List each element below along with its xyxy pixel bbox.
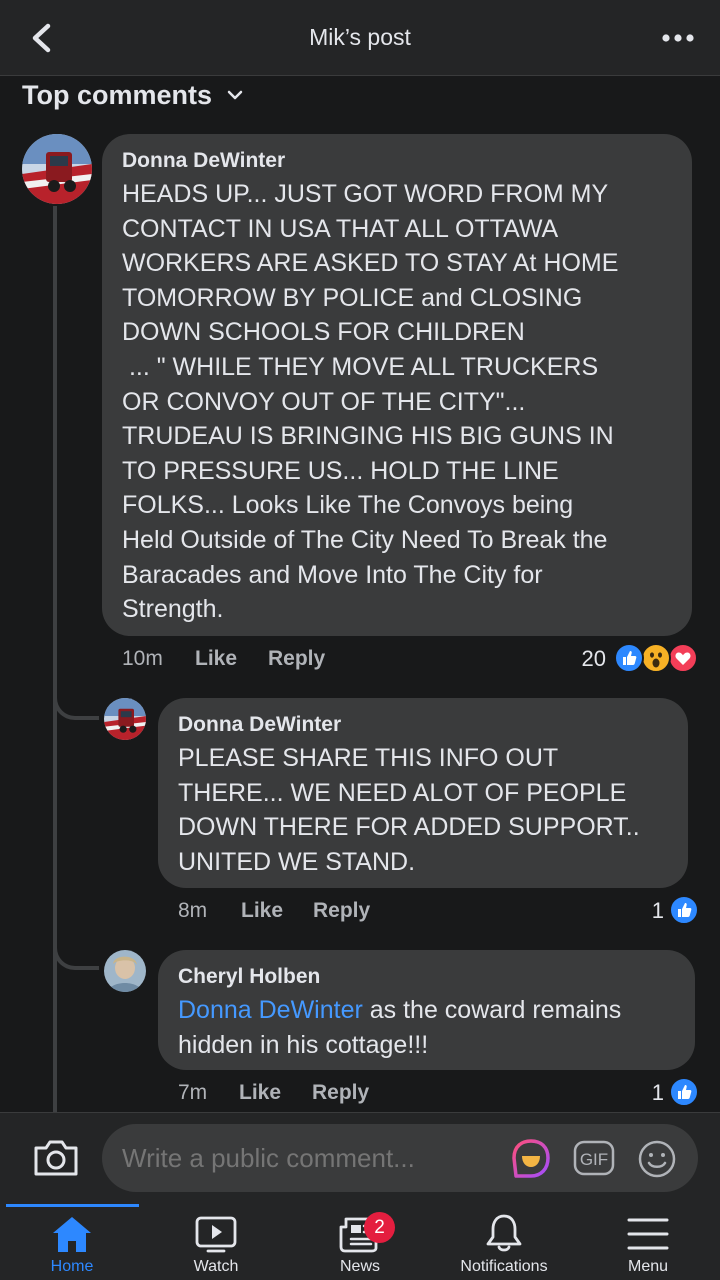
comment-text-line: HEADS UP... JUST GOT WORD FROM MY	[122, 180, 609, 208]
watch-icon	[195, 1216, 237, 1253]
comment-text-line: DOWN SCHOOLS FOR CHILDREN	[122, 318, 525, 347]
comment-text-line: PLEASE SHARE THIS INFO OUT	[178, 744, 559, 772]
bell-icon	[486, 1214, 522, 1252]
emoji-button[interactable]	[636, 1138, 678, 1180]
tab-home[interactable]: Home	[0, 1204, 144, 1280]
tab-label: Menu	[627, 1258, 669, 1275]
tab-label: Notifications	[460, 1258, 548, 1275]
tab-news[interactable]: News	[288, 1204, 432, 1280]
comment-input[interactable]	[122, 1143, 492, 1174]
tab-label: Watch	[193, 1258, 239, 1275]
tab-menu[interactable]: Menu	[576, 1204, 720, 1280]
like-button[interactable]: Like	[195, 647, 237, 671]
tab-watch[interactable]: Watch	[144, 1204, 288, 1280]
comment-time: 8m	[178, 899, 208, 922]
comment-sort-label: Top comments	[22, 79, 213, 110]
tab-label: News	[339, 1258, 380, 1275]
reply-button[interactable]: Reply	[312, 1081, 369, 1105]
more-dots-icon	[662, 34, 694, 42]
comment-text-line: TO PRESSURE US... HOLD THE LINE	[122, 456, 559, 485]
comment-time: 7m	[178, 1081, 208, 1104]
reaction-count[interactable]: 1	[620, 898, 664, 924]
comment-text-line: WORKERS ARE ASKED TO STAY At HOME	[122, 249, 619, 278]
avatar[interactable]	[104, 950, 146, 992]
comment-text-line: Donna DeWinter as the coward remains	[178, 993, 621, 1028]
comment-author[interactable]: Donna DeWinter	[178, 713, 341, 737]
camera-icon	[34, 1140, 78, 1176]
reaction-count[interactable]: 1	[620, 1080, 664, 1106]
like-button[interactable]: Like	[241, 899, 283, 923]
top-bar: Mik’s post	[0, 0, 720, 76]
comment-text-segment: as the coward remains	[362, 996, 622, 1024]
tab-notifications[interactable]: Notifications	[432, 1204, 576, 1280]
page-title: Mik’s post	[309, 24, 411, 50]
comment-text-line: Baracades and Move Into The City for	[122, 560, 543, 589]
notification-badge: 2	[364, 1212, 395, 1243]
comment-text-line: FOLKS... Looks Like The Convoys being	[122, 491, 574, 520]
menu-icon	[627, 1218, 669, 1250]
emoji-icon	[638, 1140, 676, 1178]
comment-text-line: OR CONVOY OUT OF THE CITY"...	[122, 387, 526, 416]
like-reaction-icon	[669, 895, 699, 925]
gif-button[interactable]: GIF	[573, 1140, 615, 1176]
thread-line	[53, 206, 57, 1112]
comment-time: 10m	[122, 647, 163, 670]
gif-icon: GIF	[573, 1140, 615, 1176]
reply-button[interactable]: Reply	[268, 647, 325, 671]
svg-text:GIF: GIF	[580, 1150, 608, 1169]
comment-text-line: hidden in his cottage!!!	[178, 1030, 429, 1059]
comment-text-line: DOWN THERE FOR ADDED SUPPORT..	[178, 813, 640, 842]
comment-author[interactable]: Cheryl Holben	[178, 965, 320, 989]
comment-text-line: UNITED WE STAND.	[178, 847, 416, 876]
avatar[interactable]	[104, 698, 146, 740]
comment-text-line: Strength.	[122, 595, 224, 624]
camera-button[interactable]	[32, 1136, 80, 1180]
comment-text-line: Held Outside of The City Need To Break t…	[122, 526, 608, 554]
wow-reaction-icon	[641, 643, 671, 673]
reply-connector	[53, 690, 99, 720]
comment-text-line: ... " WHILE THEY MOVE ALL TRUCKERS	[122, 353, 599, 381]
comment-text-line: TRUDEAU IS BRINGING HIS BIG GUNS IN	[122, 422, 614, 451]
like-reaction-icon	[669, 1077, 699, 1107]
like-reaction-icon	[614, 643, 644, 673]
mention-link[interactable]: Donna DeWinter	[178, 996, 363, 1024]
love-reaction-icon	[668, 643, 698, 673]
comment-sort-dropdown[interactable]: Top comments	[22, 78, 244, 112]
like-button[interactable]: Like	[239, 1081, 281, 1105]
chevron-down-icon	[227, 90, 243, 100]
comment-text-line: TOMORROW BY POLICE and CLOSING	[122, 283, 583, 312]
comment-author[interactable]: Donna DeWinter	[122, 149, 285, 173]
avatar-sticker-icon	[512, 1139, 550, 1178]
home-icon	[53, 1217, 91, 1252]
tab-label: Home	[50, 1258, 94, 1275]
comment-text-line: CONTACT IN USA THAT ALL OTTAWA	[122, 214, 559, 243]
reaction-count[interactable]: 20	[560, 646, 606, 672]
reply-connector	[53, 940, 99, 970]
comment-text-line: THERE... WE NEED ALOT OF PEOPLE	[178, 778, 627, 807]
avatar[interactable]	[22, 134, 92, 204]
avatar-sticker-button[interactable]	[508, 1136, 554, 1182]
reply-button[interactable]: Reply	[313, 899, 370, 923]
more-options-button[interactable]	[658, 22, 698, 54]
